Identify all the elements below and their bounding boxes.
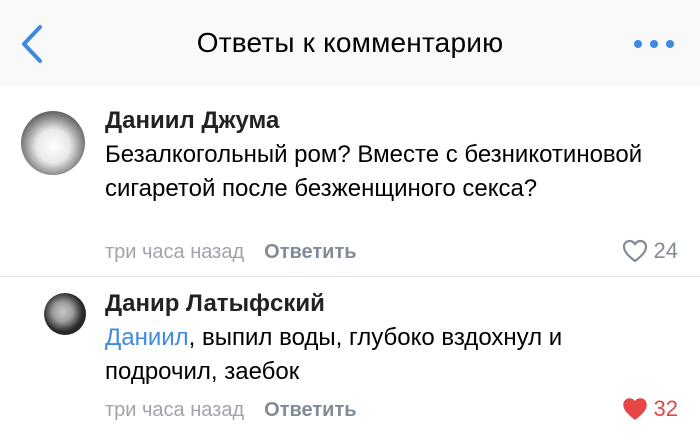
heart-outline-icon	[622, 239, 647, 263]
comment-text: Даниил, выпил воды, глубоко вздохнул и п…	[105, 321, 665, 389]
comment-meta: три часа назад Ответить	[105, 239, 357, 265]
avatar[interactable]	[21, 111, 85, 175]
like-button[interactable]: 32	[622, 396, 678, 422]
like-button[interactable]: 24	[622, 238, 678, 264]
heart-filled-icon	[622, 398, 647, 420]
comment-time: три часа назад	[105, 399, 245, 421]
like-count: 32	[653, 396, 678, 421]
reply-button[interactable]: Ответить	[264, 399, 356, 421]
comment-meta: три часа назад Ответить	[105, 397, 357, 423]
comment-author[interactable]: Даниил Джума	[105, 106, 279, 136]
nav-header: Ответы к комментарию	[0, 0, 700, 86]
mention-link[interactable]: Даниил	[105, 324, 189, 351]
page-title: Ответы к комментарию	[196, 27, 504, 58]
avatar[interactable]	[44, 293, 86, 335]
like-count: 24	[653, 238, 678, 263]
comment-item: Данир Латыфский Даниил, выпил воды, глуб…	[0, 277, 700, 437]
comment-time: три часа назад	[105, 241, 245, 263]
comment-author[interactable]: Данир Латыфский	[105, 289, 325, 319]
comment-text: Безалкогольный ром? Вместе с безникотино…	[105, 141, 643, 202]
more-dots-icon	[634, 40, 642, 48]
reply-button[interactable]: Ответить	[264, 241, 356, 263]
comment-item: Даниил Джума Безалкогольный ром? Вместе …	[0, 86, 700, 276]
comment-replies-screen: Ответы к комментарию Даниил Джума Безалк…	[0, 0, 700, 437]
more-options-button[interactable]	[630, 28, 678, 58]
